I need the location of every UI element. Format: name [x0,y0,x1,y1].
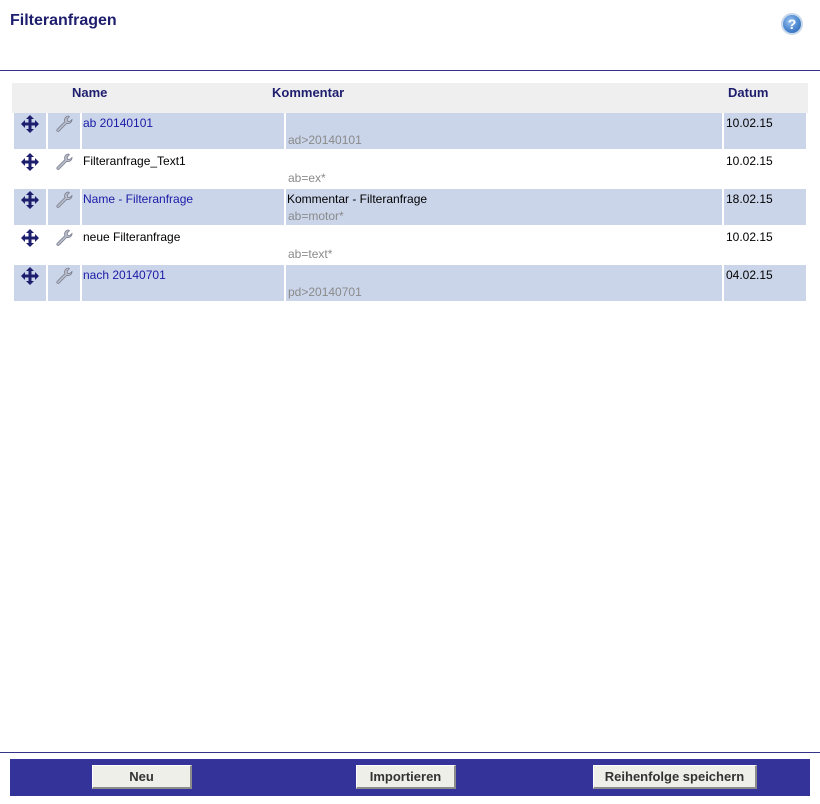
row-filter-expression: ab=motor* [288,209,344,223]
row-move-cell [14,113,46,149]
help-icon[interactable]: ? [781,13,803,35]
row-date-cell: 10.02.15 [724,113,806,149]
row-date: 10.02.15 [726,116,773,130]
row-name[interactable]: neue Filteranfrage [83,230,180,244]
row-date: 10.02.15 [726,154,773,168]
wrench-icon[interactable] [55,153,73,171]
row-filter-expression: ab=ex* [288,171,326,185]
row-comment-cell: ab=ex* [286,151,722,187]
row-move-cell [14,227,46,263]
row-date-cell: 10.02.15 [724,151,806,187]
row-move-cell [14,151,46,187]
header-divider [0,70,820,71]
wrench-icon[interactable] [55,229,73,247]
row-name-cell: Name - Filteranfrage [82,189,284,225]
move-icon[interactable] [21,153,39,171]
import-button[interactable]: Importieren [356,765,456,789]
row-edit-cell [48,113,80,149]
page-title: Filteranfragen [10,12,117,29]
column-header-name: Name [72,85,108,100]
row-name-cell: ab 20140101 [82,113,284,149]
column-header-comment: Kommentar [272,85,345,100]
row-edit-cell [48,151,80,187]
table-row[interactable]: nach 20140701 pd>20140701 04.02.15 [12,265,808,303]
row-move-cell [14,265,46,301]
footer-toolbar: Neu Importieren Reihenfolge speichern [10,759,810,796]
row-date-cell: 04.02.15 [724,265,806,301]
table-row[interactable]: Filteranfrage_Text1 ab=ex* 10.02.15 [12,151,808,189]
row-edit-cell [48,265,80,301]
row-comment-cell: ad>20140101 [286,113,722,149]
row-name-cell: neue Filteranfrage [82,227,284,263]
save-order-button[interactable]: Reihenfolge speichern [593,765,757,789]
footer-divider [0,752,820,753]
row-filter-expression: ad>20140101 [288,133,362,147]
row-name[interactable]: Name - Filteranfrage [83,192,193,206]
row-edit-cell [48,227,80,263]
table-row[interactable]: ab 20140101 ad>20140101 10.02.15 [12,113,808,151]
row-filter-expression: pd>20140701 [288,285,362,299]
column-header-date: Datum [728,85,769,100]
row-date-cell: 10.02.15 [724,227,806,263]
row-name-cell: Filteranfrage_Text1 [82,151,284,187]
row-comment-cell: Kommentar - Filteranfrage ab=motor* [286,189,722,225]
row-comment: Kommentar - Filteranfrage [287,192,428,206]
move-icon[interactable] [21,115,39,133]
row-name[interactable]: nach 20140701 [83,268,166,282]
table-row[interactable]: neue Filteranfrage ab=text* 10.02.15 [12,227,808,265]
move-icon[interactable] [21,229,39,247]
row-date-cell: 18.02.15 [724,189,806,225]
row-filter-expression: ab=text* [288,247,333,261]
row-date: 04.02.15 [726,268,773,282]
move-icon[interactable] [21,191,39,209]
filter-table: Name Kommentar Datum ab 20140101 ad>2014… [12,83,808,303]
table-row[interactable]: Name - Filteranfrage Kommentar - Filtera… [12,189,808,227]
row-date: 10.02.15 [726,230,773,244]
row-name-cell: nach 20140701 [82,265,284,301]
row-name[interactable]: ab 20140101 [83,116,153,130]
row-comment-cell: ab=text* [286,227,722,263]
new-button[interactable]: Neu [92,765,192,789]
row-move-cell [14,189,46,225]
row-comment-cell: pd>20140701 [286,265,722,301]
wrench-icon[interactable] [55,115,73,133]
move-icon[interactable] [21,267,39,285]
row-date: 18.02.15 [726,192,773,206]
row-name[interactable]: Filteranfrage_Text1 [83,154,186,168]
table-header: Name Kommentar Datum [12,83,808,113]
wrench-icon[interactable] [55,267,73,285]
row-edit-cell [48,189,80,225]
wrench-icon[interactable] [55,191,73,209]
